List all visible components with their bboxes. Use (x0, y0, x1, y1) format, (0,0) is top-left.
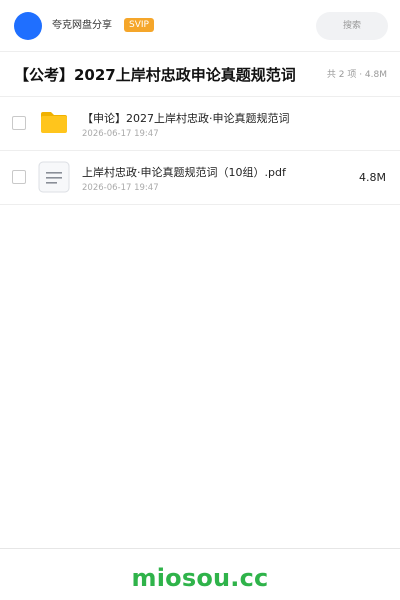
top-bar: 夸克网盘分享 SVIP 搜索 (0, 0, 400, 52)
folder-summary: 共 2 项 · 4.8M (326, 70, 387, 80)
file-date: 2026-06-17 19:47 (82, 129, 159, 139)
checkbox[interactable] (12, 170, 26, 184)
app-title: 夸克网盘分享 (52, 20, 112, 31)
search-input[interactable]: 搜索 (316, 12, 388, 40)
footer: miosou.cc (0, 548, 400, 600)
file-date: 2026-06-17 19:47 (82, 183, 159, 193)
file-row[interactable]: 上岸村忠政·申论真题规范词（10组）.pdf 2026-06-17 19:47 … (0, 151, 400, 205)
brand-logo-text[interactable]: miosou.cc (0, 563, 400, 593)
folder-icon (38, 107, 70, 139)
folder-header: 【公考】2027上岸村忠政申论真题规范词 共 2 项 · 4.8M (0, 53, 400, 97)
file-size: 4.8M (359, 171, 386, 184)
folder-title: 【公考】2027上岸村忠政申论真题规范词 (14, 66, 296, 84)
svip-badge: SVIP (124, 18, 154, 32)
file-name: 上岸村忠政·申论真题规范词（10组）.pdf (82, 166, 286, 179)
avatar[interactable] (14, 12, 42, 40)
file-name: 【申论】2027上岸村忠政·申论真题规范词 (82, 112, 290, 125)
document-icon (38, 161, 70, 193)
checkbox[interactable] (12, 116, 26, 130)
file-row[interactable]: 【申论】2027上岸村忠政·申论真题规范词 2026-06-17 19:47 (0, 97, 400, 151)
